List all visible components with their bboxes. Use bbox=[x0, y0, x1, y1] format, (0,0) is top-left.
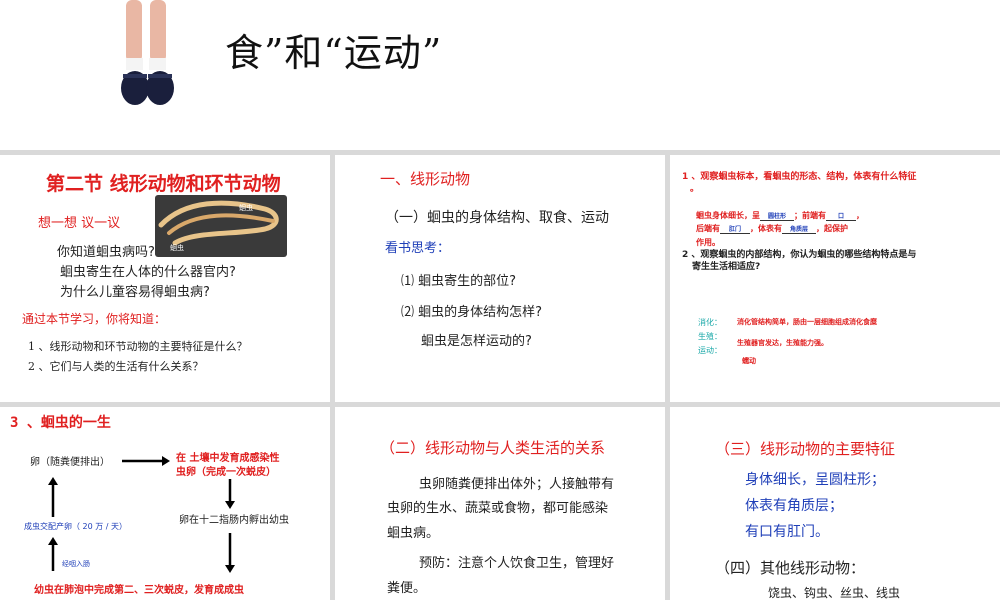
paragraph-2-line-2: 粪便。 bbox=[387, 581, 427, 596]
other-nematodes-heading: （四）其他线形动物： bbox=[715, 559, 866, 577]
arrow-down-icon bbox=[225, 533, 235, 573]
think-item-3: 蛔虫是怎样运动的? bbox=[421, 334, 532, 349]
section-title: 第二节 线形动物和环节动物 bbox=[46, 173, 281, 195]
arrow-up-icon bbox=[48, 477, 58, 517]
stage-swallow: 经咽入肠 bbox=[62, 560, 90, 568]
feature-1: 身体细长，呈圆柱形； bbox=[745, 472, 885, 488]
top-banner: 食”和“运动” bbox=[0, 0, 1000, 150]
feature-3: 有口有肛门。 bbox=[745, 524, 829, 540]
arrow-right-icon bbox=[122, 456, 170, 466]
slide-life-cycle[interactable]: 3 、蛔虫的一生 卵（随粪便排出） 在 土壤中发育成感染性 虫卵（完成一次蜕皮）… bbox=[0, 407, 330, 600]
arrow-down-icon bbox=[225, 479, 235, 509]
stage-egg: 卵（随粪便排出） bbox=[30, 457, 110, 468]
slide-nematode-structure[interactable]: 一、线形动物 （一）蛔虫的身体结构、取食、运动 看书思考： ⑴ 蛔虫寄生的部位?… bbox=[335, 155, 665, 402]
section-heading: （三）线形动物的主要特征 bbox=[715, 440, 896, 458]
answer-blank-mouth: 口 bbox=[826, 211, 856, 221]
paragraph-1-line-2: 虫卵的生水、蔬菜或食物，都可能感染 bbox=[387, 501, 609, 516]
stage-soil-line-2: 虫卵（完成一次蜕皮） bbox=[176, 467, 276, 478]
answer-blank-cylinder: 圆柱形 bbox=[760, 211, 794, 221]
feature-2: 体表有角质层； bbox=[745, 498, 843, 514]
question-2: 蛔虫寄生在人体的什么器官内? bbox=[60, 265, 236, 280]
roundworm-photo: 蛔虫 蛔虫 bbox=[155, 195, 287, 257]
other-nematodes-list: 饶虫、钩虫、丝虫、线虫 bbox=[768, 586, 901, 600]
paragraph-1-line-3: 蛔虫病。 bbox=[387, 526, 440, 541]
paragraph-1-line-1: 虫卵随粪便排出体外；人接触带有 bbox=[419, 477, 615, 492]
observation-question-2-cont: 寄生生活相适应? bbox=[692, 262, 761, 272]
section-heading: 一、线形动物 bbox=[380, 170, 471, 188]
learning-intro: 通过本节学习，你将知道： bbox=[22, 312, 167, 326]
slide-observation[interactable]: 1 、观察蛔虫标本，看蛔虫的形态、结构，体表有什么特征 。 蛔虫身体细长，呈 圆柱… bbox=[670, 155, 1000, 402]
fill-line-2: 后端有 肛门 ，体表有 角质层 ，起保护 bbox=[696, 224, 848, 234]
fill-line-1: 蛔虫身体细长，呈 圆柱形 ；前端有口， bbox=[696, 211, 864, 221]
learning-point-1: 1 、线形动物和环节动物的主要特征是什么？ bbox=[28, 340, 248, 353]
reading-prompt: 看书思考： bbox=[385, 241, 451, 256]
stage-hatch: 卵在十二指肠内孵出幼虫 bbox=[179, 515, 289, 526]
question-1: 你知道蛔虫病吗? bbox=[57, 245, 155, 260]
section-heading: （二）线形动物与人类生活的关系 bbox=[380, 439, 606, 457]
observation-question-1: 1 、观察蛔虫标本，看蛔虫的形态、结构，体表有什么特征 bbox=[682, 172, 917, 182]
arrow-up-icon bbox=[48, 537, 58, 571]
question-3: 为什么儿童容易得蛔虫病? bbox=[60, 285, 210, 300]
think-item-2: ⑵ 蛔虫的身体结构怎样? bbox=[401, 305, 543, 320]
photo-label-bottom: 蛔虫 bbox=[170, 244, 184, 252]
girl-legs-illustration bbox=[121, 0, 174, 105]
photo-label-top: 蛔虫 bbox=[239, 204, 253, 212]
label-movement: 运动： bbox=[698, 346, 722, 355]
learning-point-2: 2 、它们与人类的生活有什么关系？ bbox=[28, 360, 204, 373]
slide-human-relation[interactable]: （二）线形动物与人类生活的关系 虫卵随粪便排出体外；人接触带有 虫卵的生水、蔬菜… bbox=[335, 407, 665, 600]
paragraph-2-line-1: 预防：注意个人饮食卫生，管理好 bbox=[419, 556, 615, 571]
think-discuss-label: 想一想 议一议 bbox=[38, 216, 121, 231]
think-item-1: ⑴ 蛔虫寄生的部位? bbox=[401, 274, 517, 289]
observation-question-1-end: 。 bbox=[690, 184, 700, 194]
label-reproduction: 生殖： bbox=[698, 332, 722, 341]
slide-section-intro[interactable]: 第二节 线形动物和环节动物 想一想 议一议 蛔虫 蛔虫 你知道蛔虫病吗? 蛔虫寄… bbox=[0, 155, 330, 402]
life-cycle-title: 3 、蛔虫的一生 bbox=[10, 415, 111, 431]
answer-blank-anus: 肛门 bbox=[720, 224, 750, 234]
answer-movement: 蠕动 bbox=[742, 357, 756, 365]
subsection-heading: （一）蛔虫的身体结构、取食、运动 bbox=[385, 210, 609, 226]
label-digestion: 消化： bbox=[698, 318, 722, 327]
answer-digestion: 消化管结构简单，肠由一层细胞组成消化食糜 bbox=[737, 318, 877, 326]
page-title: 食”和“运动” bbox=[225, 31, 443, 75]
slide-main-features[interactable]: （三）线形动物的主要特征 身体细长，呈圆柱形； 体表有角质层； 有口有肛门。 （… bbox=[670, 407, 1000, 600]
stage-adult: 成虫交配产卵（ 20 万 / 天） bbox=[24, 522, 128, 531]
stage-soil-line-1: 在 土壤中发育成感染性 bbox=[176, 453, 280, 464]
stage-lung: 幼虫在肺泡中完成第二、三次蜕皮，发育成成虫 bbox=[34, 585, 244, 596]
answer-reproduction: 生殖器官发达，生殖能力强。 bbox=[737, 339, 828, 347]
answer-blank-cuticle: 角质层 bbox=[782, 224, 816, 234]
